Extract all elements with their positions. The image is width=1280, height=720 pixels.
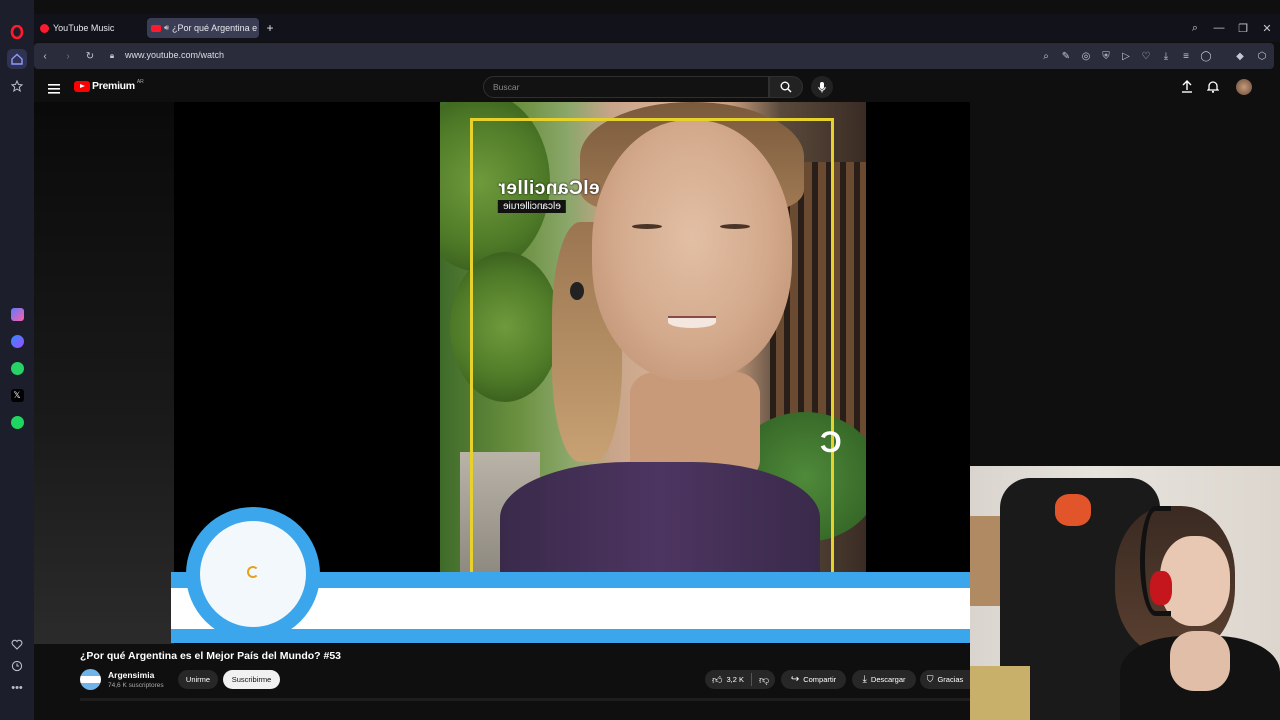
lock-icon: 🔒︎ — [109, 51, 115, 60]
thumbs-down-icon[interactable]: 👎︎ — [759, 674, 769, 686]
subscribe-button[interactable]: Suscribirme — [223, 670, 280, 689]
new-tab-button[interactable]: + — [263, 18, 277, 38]
description-edge — [80, 698, 970, 701]
tab-search-icon[interactable]: ⌕ — [1187, 20, 1203, 36]
video-title: ¿Por qué Argentina es el Mejor País del … — [80, 650, 341, 662]
heart-icon[interactable]: ♡ — [1138, 48, 1154, 64]
star-icon[interactable] — [7, 76, 27, 96]
download-button[interactable]: ⤓ Descargar — [852, 670, 916, 689]
thanks-icon: ⛉ — [926, 674, 934, 684]
minimize-icon[interactable]: — — [1211, 20, 1227, 36]
whatsapp-icon[interactable] — [7, 358, 27, 378]
edit-icon[interactable]: ✎ — [1058, 48, 1074, 64]
video-frame[interactable]: elCanciller elcancilleruie C — [440, 102, 866, 574]
camera-icon[interactable]: ◎ — [1078, 48, 1094, 64]
youtube-music-icon — [40, 23, 49, 33]
play-icon[interactable]: ▷ — [1118, 48, 1134, 64]
like-count: 3,2 K — [726, 675, 744, 684]
menu-icon[interactable]: ≡ — [1178, 48, 1194, 64]
download-icon[interactable]: ⤓ — [1158, 48, 1174, 64]
messenger-icon[interactable] — [7, 331, 27, 351]
url-field[interactable]: www.youtube.com/watch — [125, 50, 224, 60]
headset-ear-cup — [1150, 571, 1172, 605]
channel-name[interactable]: Argensimia — [108, 670, 154, 680]
share-button[interactable]: ↪ Compartir — [781, 670, 846, 689]
upload-icon[interactable] — [1181, 80, 1193, 98]
chair-logo — [1055, 494, 1091, 526]
share-icon: ↪ — [790, 674, 800, 685]
search-input[interactable]: Buscar — [483, 76, 769, 98]
microphone-icon[interactable] — [811, 76, 833, 98]
forward-icon[interactable]: › — [60, 48, 76, 64]
logo-text: Premium — [92, 80, 135, 92]
tab-youtube-music[interactable]: YouTube Music — [36, 18, 144, 38]
join-button[interactable]: Unirme — [178, 670, 218, 689]
address-bar: ‹ › ↻ 🔒︎ www.youtube.com/watch ⌕ ✎ ◎ ⛨ ▷… — [34, 43, 1274, 69]
like-button[interactable]: 👍︎ 3,2 K — [712, 674, 744, 686]
spotify-icon[interactable] — [7, 412, 27, 432]
player-left-gradient — [34, 102, 174, 644]
thumbs-up-icon: 👍︎ — [712, 674, 723, 686]
extensions-icon[interactable]: ⬡ — [1254, 48, 1270, 64]
more-icon[interactable]: ••• — [7, 678, 27, 698]
speaker-icon: 🔊︎ — [164, 23, 170, 32]
heart-icon[interactable] — [7, 634, 27, 654]
watermark-name: elCanciller — [498, 178, 600, 199]
youtube-logo[interactable]: Premium AR — [74, 79, 144, 92]
close-icon[interactable]: ✕ — [1259, 20, 1275, 36]
thanks-button[interactable]: ⛉ Gracias — [920, 670, 970, 689]
x-icon[interactable]: 𝕏 — [7, 385, 27, 405]
shield-icon[interactable]: ⛨ — [1098, 48, 1114, 64]
youtube-icon — [151, 24, 161, 32]
avatar[interactable] — [1236, 79, 1252, 95]
home-icon[interactable] — [7, 49, 27, 69]
restore-icon[interactable]: ❐ — [1235, 20, 1251, 36]
download-icon: ⤓ — [862, 674, 867, 685]
like-dislike-group: 👍︎ 3,2 K 👎︎ — [705, 670, 775, 689]
sun-icon — [247, 566, 259, 578]
tab-bar: YouTube Music 🔊︎ ¿Por qué Argentina e + … — [34, 14, 1280, 42]
opera-sidebar: 𝕏 ••• — [0, 0, 34, 720]
country-code: AR — [136, 79, 144, 85]
notifications-bell-icon[interactable] — [1206, 80, 1220, 98]
tab-active-video[interactable]: 🔊︎ ¿Por qué Argentina e — [147, 18, 259, 38]
tab-label: ¿Por qué Argentina e — [172, 23, 258, 33]
opera-logo-icon[interactable] — [7, 22, 27, 42]
subscriber-count: 74,6 K suscriptores — [108, 682, 164, 689]
hamburger-menu-icon[interactable] — [48, 81, 60, 99]
reload-icon[interactable]: ↻ — [82, 48, 98, 64]
webcam-overlay — [970, 466, 1280, 720]
back-icon[interactable]: ‹ — [37, 48, 53, 64]
youtube-header: Premium AR Buscar — [34, 72, 1280, 102]
flag-stripe-bottom — [171, 629, 970, 643]
download-label: Descargar — [870, 675, 906, 684]
profile-icon[interactable]: ◯ — [1198, 48, 1214, 64]
desk-item — [970, 666, 1030, 720]
thanks-label: Gracias — [937, 675, 964, 684]
watermark-handle: elcancilleruie — [498, 200, 566, 213]
divider — [750, 673, 752, 686]
channel-avatar[interactable] — [80, 669, 101, 690]
search-page-icon[interactable]: ⌕ — [1038, 48, 1054, 64]
search-icon[interactable] — [769, 76, 803, 98]
streamer-neck — [1170, 631, 1230, 691]
share-label: Compartir — [803, 675, 837, 684]
history-icon[interactable] — [7, 656, 27, 676]
youtube-play-icon — [74, 80, 90, 92]
corner-logo: C — [820, 426, 842, 459]
vpn-icon[interactable]: ◆ — [1232, 48, 1248, 64]
tab-label: YouTube Music — [53, 23, 115, 33]
aria-icon[interactable] — [7, 304, 27, 324]
